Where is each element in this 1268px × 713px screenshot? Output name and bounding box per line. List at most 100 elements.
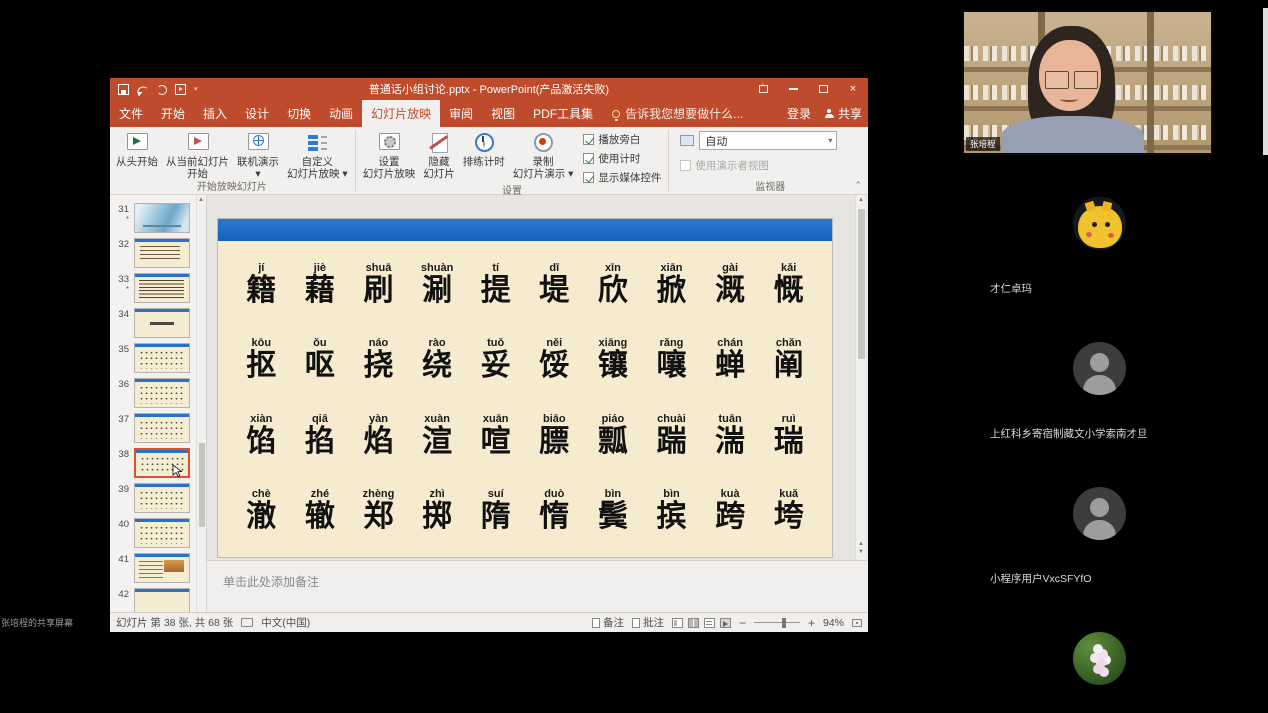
thumbnail-preview[interactable] [134,518,190,548]
thumbnail-number: 37 [110,413,134,447]
slide-thumbnail-39[interactable]: 39 [110,483,206,517]
slide-nav-buttons[interactable]: ▲▼ [858,540,864,556]
minimize-button[interactable] [778,78,808,100]
char-cell-呕: ǒu呕 [291,323,350,399]
slide-thumbnail-33[interactable]: 33* [110,273,206,307]
play-start-icon [124,131,150,155]
zoom-level[interactable]: 94% [823,617,844,629]
tab-视图[interactable]: 视图 [482,100,524,127]
fit-slide-icon[interactable] [852,619,862,627]
slide-thumbnail-36[interactable]: 36 [110,378,206,412]
char-cell-嚷: rǎng嚷 [642,323,701,399]
thumbnail-preview[interactable] [134,308,190,338]
thumbnail-preview[interactable] [134,273,190,303]
participant-video-tile[interactable]: 张培程 [962,10,1213,155]
tab-文件[interactable]: 文件 [110,100,152,127]
ribbon-button-排练计时[interactable]: 排练计时 [459,128,509,185]
slide-thumbnail-32[interactable]: 32 [110,238,206,272]
tab-动画[interactable]: 动画 [320,100,362,127]
notes-toggle[interactable]: 备注 [592,615,624,630]
current-slide[interactable]: jí籍jiè藉shuā刷shuàn涮tí提dī堤xīn欣xiān掀gài溉kǎi… [217,218,833,558]
start-slideshow-icon[interactable] [175,84,186,95]
scrollbar-thumb[interactable] [858,209,865,359]
ribbon-button-自定义[interactable]: 自定义幻灯片放映 ▾ [283,128,352,181]
participant-tile-上红科乡寄宿制藏文小学索南才旦[interactable]: 上红科乡寄宿制藏文小学索南才旦 [962,342,1237,473]
checkbox-使用计时[interactable]: 使用计时 [583,151,661,166]
slide-thumbnail-40[interactable]: 40 [110,518,206,552]
slide-thumbnail-38[interactable]: 38 [110,448,206,482]
hanzi-character: 喧 [481,425,511,459]
participant-tile-小程序用户VxcSFYfO[interactable]: 小程序用户VxcSFYfO [962,487,1237,618]
pinyin-label: xīn [605,262,621,274]
zoom-out-button[interactable]: − [739,618,746,628]
participant-tile-才仁卓玛[interactable]: 才仁卓玛 [962,197,1237,328]
monitor-dropdown[interactable]: 自动 ▾ [699,131,837,150]
slide-thumbnail-41[interactable]: 41 [110,553,206,587]
ribbon-display-options-button[interactable] [748,78,778,100]
tell-me-box[interactable]: 告诉我您想要做什么... [602,100,743,127]
maximize-button[interactable] [808,78,838,100]
save-icon[interactable] [118,84,129,95]
thumbnail-preview[interactable] [134,413,190,443]
collapse-ribbon-icon[interactable]: ⌃ [854,180,862,191]
thumbnail-preview[interactable] [134,378,190,408]
ribbon-button-隐藏[interactable]: 隐藏幻灯片 [419,128,459,185]
thumbnail-preview[interactable] [134,203,190,233]
thumbnail-preview[interactable] [134,553,190,583]
slide-sorter-view-icon[interactable] [688,618,699,628]
tab-PDF工具集[interactable]: PDF工具集 [524,100,602,127]
language-label[interactable]: 中文(中国) [261,615,310,630]
scroll-up-icon[interactable]: ▲ [858,197,864,203]
play-current-icon [185,131,211,155]
zoom-in-button[interactable]: + [808,618,815,628]
ribbon-button-设置[interactable]: 设置幻灯片放映 [359,128,420,185]
slide-thumbnail-35[interactable]: 35 [110,343,206,377]
qat-dropdown-icon[interactable]: ▾ [194,85,198,93]
tab-插入[interactable]: 插入 [194,100,236,127]
login-button[interactable]: 登录 [787,105,811,122]
zoom-slider[interactable] [754,622,800,623]
checkbox-播放旁白[interactable]: 播放旁白 [583,132,661,147]
presenter-view-checkbox[interactable]: 使用演示者视图 [680,158,860,173]
ribbon-button-录制[interactable]: 录制幻灯片演示 ▾ [509,128,578,185]
tab-审阅[interactable]: 审阅 [440,100,482,127]
participants-scrollbar[interactable] [1263,8,1268,155]
comments-toggle[interactable]: 批注 [632,615,664,630]
thumb-char-grid [139,420,185,439]
tab-设计[interactable]: 设计 [236,100,278,127]
ribbon-button-从当前幻灯片[interactable]: 从当前幻灯片开始 [162,128,233,181]
share-button[interactable]: 共享 [825,105,862,122]
keyboard-language-icon[interactable] [241,618,253,627]
normal-view-icon[interactable] [672,618,683,628]
close-button[interactable]: × [838,78,868,100]
undo-icon[interactable] [137,84,148,95]
slide-scrollbar[interactable]: ▲ ▲▼ [855,195,866,560]
thumbnail-scrollbar[interactable]: ▲ [196,195,206,612]
ribbon-button-联机演示[interactable]: 联机演示▾ [233,128,283,181]
redo-icon[interactable] [156,84,167,95]
thumbnail-preview[interactable] [134,483,190,513]
thumbnail-preview[interactable] [134,238,190,268]
participant-tile-雨巷青衫[interactable]: 雨巷青衫 [962,632,1237,713]
slide-thumbnail-34[interactable]: 34 [110,308,206,342]
tab-幻灯片放映[interactable]: 幻灯片放映 [362,100,440,127]
tab-切换[interactable]: 切换 [278,100,320,127]
thumbnail-preview[interactable] [134,343,190,373]
slide-thumbnail-31[interactable]: 31* [110,203,206,237]
hanzi-character: 焰 [363,425,393,459]
checkbox-显示媒体控件[interactable]: 显示媒体控件 [583,170,661,185]
slide-thumbnail-37[interactable]: 37 [110,413,206,447]
scrollbar-thumb[interactable] [199,443,205,527]
notes-pane[interactable]: 单击此处添加备注 [207,560,868,612]
mouse-cursor [172,464,183,483]
zoom-slider-thumb[interactable] [782,618,786,628]
hanzi-character: 蝉 [715,349,745,383]
ribbon-button-从头开始[interactable]: 从头开始 [112,128,162,181]
menu-bar-right: 登录 共享 [787,100,862,127]
reading-view-icon[interactable] [704,618,715,628]
slideshow-view-icon[interactable] [720,618,731,628]
char-cell-惰: duò惰 [525,474,584,550]
tab-开始[interactable]: 开始 [152,100,194,127]
pikachu-avatar [1073,197,1126,250]
scroll-up-icon[interactable]: ▲ [198,197,204,203]
